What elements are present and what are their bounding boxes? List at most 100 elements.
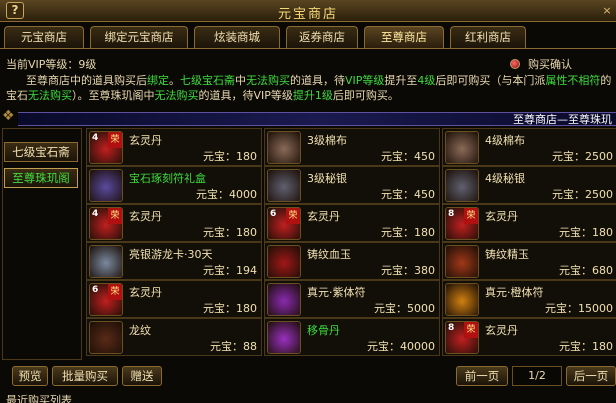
item-icon[interactable]: 荣8 — [445, 321, 479, 354]
item-grid: 荣 4 玄灵丹 元宝：180 3级棉布 元宝：450 4级棉布 元宝：2500 宝石琢刻符礼盒元… — [84, 128, 616, 360]
ornament-icon: ❖ — [2, 108, 15, 124]
sidebar-item-gem-shop[interactable]: 七级宝石斋 — [4, 142, 78, 162]
item-cell[interactable]: 4级棉布元宝：2500 — [442, 128, 616, 166]
item-name: 4级秘银 — [485, 172, 525, 185]
scroll-banner: 至尊商店—至尊珠玑 — [18, 112, 616, 126]
notice-highlight: VIP等级 — [345, 74, 385, 87]
item-level: 6 — [270, 209, 277, 219]
item-level: 8 — [448, 209, 455, 219]
item-cell[interactable]: 亮银游龙卡·30天元宝：194 — [86, 242, 262, 280]
item-icon[interactable] — [267, 131, 301, 164]
item-name: 亮银游龙卡·30天 — [129, 248, 213, 261]
item-cell[interactable]: 荣 8 玄灵丹元宝：180 — [442, 204, 616, 242]
item-icon[interactable] — [445, 169, 479, 202]
item-cell[interactable]: 真元·紫体符 元宝：5000 — [264, 280, 440, 318]
item-name: 3级棉布 — [307, 134, 347, 147]
item-icon[interactable] — [267, 169, 301, 202]
buy-confirm-toggle[interactable]: 购买确认 — [510, 56, 572, 72]
notice-highlight: 无法购买 — [246, 74, 290, 87]
item-name: 铸纹精玉 — [485, 248, 529, 261]
item-icon[interactable] — [89, 245, 123, 278]
item-icon[interactable] — [445, 131, 479, 164]
item-name: 玄灵丹 — [485, 324, 518, 337]
item-price: 元宝：680 — [559, 264, 613, 277]
item-icon[interactable] — [267, 321, 301, 354]
item-name: 玄灵丹 — [485, 210, 518, 223]
item-cell[interactable]: 3级棉布元宝：450 — [264, 128, 440, 166]
notice-text: 中 — [235, 74, 246, 87]
item-cell[interactable]: 龙纹 元宝：88 — [86, 318, 262, 356]
preview-button[interactable]: 预览 — [12, 366, 48, 386]
sidebar-item-treasure-pavilion[interactable]: 至尊珠玑阁 — [4, 168, 78, 188]
item-cell[interactable]: 真元·橙体符 元宝：15000 — [442, 280, 616, 318]
item-icon[interactable] — [89, 169, 123, 202]
tab-bound-yuanbao-shop[interactable]: 绑定元宝商店 — [90, 26, 188, 48]
next-page-button[interactable]: 后一页 — [566, 366, 616, 386]
item-price: 元宝：180 — [203, 302, 257, 315]
item-name: 宝石琢刻符礼盒 — [129, 172, 206, 185]
radio-icon[interactable] — [510, 59, 520, 69]
item-icon[interactable]: 荣4 — [89, 207, 123, 240]
item-name: 4级棉布 — [485, 134, 525, 147]
item-cell[interactable]: 铸纹精玉元宝：680 — [442, 242, 616, 280]
tab-bonus-shop[interactable]: 红利商店 — [450, 26, 526, 48]
item-icon[interactable] — [89, 321, 123, 354]
notice-highlight: 无法购买 — [154, 89, 199, 102]
notice-text: ）。至尊珠玑阁中 — [72, 89, 155, 102]
window-title: 元宝商店 — [277, 7, 338, 22]
item-price: 元宝：180 — [559, 340, 613, 353]
notice-text: 提升至 — [384, 74, 418, 87]
item-cell[interactable]: 荣 8 玄灵丹元宝：180 — [442, 318, 616, 356]
item-icon[interactable]: 荣6 — [89, 283, 123, 316]
tab-fashion-mall[interactable]: 炫装商城 — [194, 26, 280, 48]
item-cell[interactable]: 3级秘银 元宝：450 — [264, 166, 440, 204]
item-cell[interactable]: 宝石琢刻符礼盒元宝：4000 — [86, 166, 262, 204]
item-icon[interactable]: 荣8 — [445, 207, 479, 240]
item-price: 元宝：2500 — [552, 150, 613, 163]
item-cell[interactable]: 荣 4 玄灵丹 元宝：180 — [86, 128, 262, 166]
item-name: 真元·橙体符 — [485, 286, 544, 299]
item-icon[interactable] — [445, 283, 479, 316]
recent-purchases-label: 最近购买列表 — [6, 394, 72, 403]
item-level: 4 — [92, 209, 99, 219]
item-price: 元宝：180 — [203, 226, 257, 239]
item-price: 元宝：88 — [210, 340, 257, 353]
item-icon[interactable]: 荣4 — [89, 131, 123, 164]
item-price: 元宝：450 — [381, 188, 435, 201]
item-icon[interactable] — [267, 283, 301, 316]
gift-button[interactable]: 赠送 — [122, 366, 162, 386]
notice-text: 后即可购买（与本门派 — [435, 74, 546, 87]
tab-yuanbao-shop[interactable]: 元宝商店 — [4, 26, 84, 48]
item-tag: 荣 — [286, 208, 300, 224]
item-cell[interactable]: 铸纹血玉 元宝：380 — [264, 242, 440, 280]
item-cell[interactable]: 移骨丹 元宝：40000 — [264, 318, 440, 356]
item-tag: 荣 — [464, 208, 478, 224]
item-cell[interactable]: 4级秘银 元宝：2500 — [442, 166, 616, 204]
item-level: 8 — [448, 323, 455, 333]
item-cell[interactable]: 荣 6 玄灵丹 元宝：180 — [264, 204, 440, 242]
item-cell[interactable]: 荣 4 玄灵丹 元宝：180 — [86, 204, 262, 242]
title-bar: ? 元宝商店 × — [0, 0, 616, 22]
item-icon[interactable]: 荣6 — [267, 207, 301, 240]
prev-page-button[interactable]: 前一页 — [456, 366, 508, 386]
item-tag: 荣 — [108, 132, 122, 148]
tab-coupon-shop[interactable]: 返券商店 — [286, 26, 358, 48]
notice-highlight: 提升1级 — [292, 89, 333, 102]
item-icon[interactable] — [445, 245, 479, 278]
item-price: 元宝：4000 — [196, 188, 257, 201]
item-price: 元宝：180 — [559, 226, 613, 239]
item-icon[interactable] — [267, 245, 301, 278]
item-tag: 荣 — [108, 208, 122, 224]
bulk-buy-button[interactable]: 批量购买 — [52, 366, 118, 386]
item-tag: 荣 — [464, 322, 478, 338]
item-cell[interactable]: 荣 6 玄灵丹 元宝：180 — [86, 280, 262, 318]
item-name: 玄灵丹 — [307, 210, 340, 223]
tab-supreme-shop[interactable]: 至尊商店 — [364, 26, 444, 48]
item-price: 元宝：194 — [203, 264, 257, 277]
notice-text: 至尊商店中的道具购买后 — [26, 74, 147, 87]
notice-text: 的道具，待VIP等级 — [198, 89, 293, 102]
item-price: 元宝：450 — [381, 150, 435, 163]
category-sidebar — [2, 128, 82, 360]
close-icon[interactable]: × — [598, 0, 616, 22]
item-level: 4 — [92, 133, 99, 143]
